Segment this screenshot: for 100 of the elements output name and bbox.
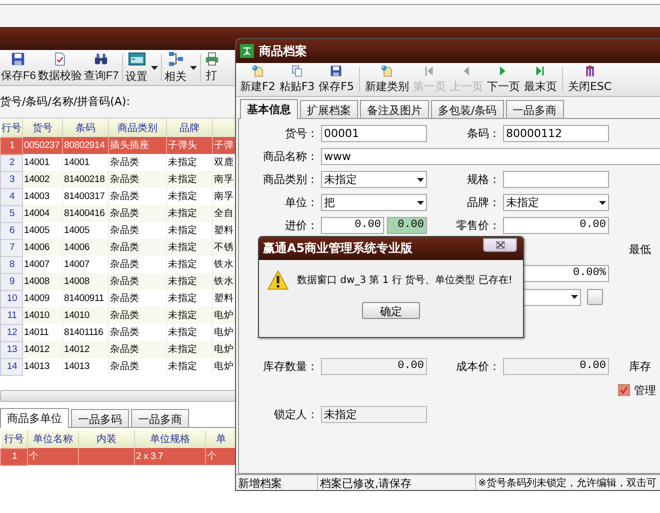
caret-icon	[150, 66, 158, 70]
table-cell: 14006	[62, 239, 108, 256]
input-field[interactable]	[503, 171, 609, 188]
table-cell: 未指定	[166, 341, 212, 358]
toolbar-button[interactable]: 粘贴F3	[277, 64, 317, 95]
row-number: 4	[0, 188, 22, 205]
column-header: 行号	[0, 430, 28, 448]
table-row[interactable]: 14 14013 14013 杂品类 未指定 电炉	[0, 358, 236, 375]
toolbar-button[interactable]: 保存F5	[316, 64, 356, 95]
toolbar-button[interactable]: 下一页	[484, 64, 522, 95]
toolbar-button[interactable]: 新建F2	[238, 64, 278, 95]
tab[interactable]: 扩展档案	[300, 100, 358, 118]
column-header: 商品类别	[108, 119, 166, 137]
table-cell: 14006	[22, 239, 62, 256]
table-cell: 81400416	[62, 205, 108, 222]
toolbar-button[interactable]: 设置	[124, 51, 159, 84]
dropdown[interactable]: 未指定	[503, 194, 609, 211]
table-cell: 未指定	[166, 239, 212, 256]
toolbar-button[interactable]: 关闭ESC	[566, 64, 614, 95]
table-cell: 不锈	[212, 239, 236, 256]
table-cell: 未指定	[166, 171, 212, 188]
table-row[interactable]: 3 14002 81400218 杂品类 未指定 南孚	[0, 171, 236, 188]
tab[interactable]: 一品多码	[71, 409, 129, 427]
browse-button[interactable]	[587, 289, 603, 305]
binoculars-icon	[93, 52, 110, 66]
input-field[interactable]: 0.00	[321, 217, 384, 234]
table-cell: 14012	[22, 341, 62, 358]
status-text: ※货号条码列未锁定，允许编辑，双击可	[477, 476, 658, 490]
horizontal-scrollbar[interactable]	[0, 390, 236, 402]
table-cell: 81400218	[62, 171, 108, 188]
window-title: 商品档案	[259, 42, 307, 60]
input-field[interactable]: 80000112	[503, 125, 609, 142]
tab[interactable]: 一品多商	[131, 409, 189, 427]
toolbar-button[interactable]: 打	[202, 51, 221, 84]
table-row[interactable]: 9 14008 14008 杂品类 未指定 铁水	[0, 273, 236, 290]
table-cell: 个	[206, 448, 236, 465]
field-label: 品牌：	[466, 195, 501, 210]
input-field[interactable]: 00001	[321, 125, 427, 142]
checkbox[interactable]	[618, 384, 630, 396]
field-label: 库存	[629, 358, 652, 374]
table-cell: 杂品类	[108, 205, 166, 222]
tab[interactable]: 一品多商	[506, 100, 564, 118]
input-field[interactable]: 0.00	[321, 358, 427, 374]
input-field[interactable]: 0.00	[503, 358, 609, 374]
tab[interactable]: 备注及图片	[360, 100, 429, 118]
caret-icon	[599, 200, 606, 204]
close-button[interactable]	[483, 238, 517, 252]
ok-button[interactable]: 确定	[362, 302, 420, 319]
dropdown[interactable]: 未指定	[321, 171, 427, 188]
field-label: 货号：	[284, 126, 319, 141]
field-label: 条码：	[466, 126, 501, 141]
caret-icon	[571, 295, 578, 299]
row-number: 9	[0, 273, 22, 290]
toolbar-button[interactable]: 查询F7	[82, 51, 120, 84]
table-row[interactable]: 5 14004 81400416 杂品类 未指定 全自	[0, 205, 236, 222]
table-cell: 子弹	[212, 137, 236, 154]
table-row[interactable]: 11 14010 14010 杂品类 未指定 电炉	[0, 307, 236, 324]
tab[interactable]: 商品多单位	[0, 408, 69, 428]
table-cell: 电炉	[212, 341, 236, 358]
field-label: 商品名称：	[262, 149, 319, 164]
toolbar-button[interactable]: 相关	[164, 51, 198, 84]
tab[interactable]: 多包装/条码	[431, 100, 504, 118]
table-cell: 未指定	[166, 273, 212, 290]
dropdown[interactable]: 把	[321, 194, 427, 211]
column-header: 单	[206, 430, 236, 448]
table-row[interactable]: 1 0050237 80802914 插头插座 子弹头 子弹	[0, 137, 236, 154]
toolbar-button[interactable]: 保存F6	[0, 51, 37, 84]
table-cell: 杂品类	[108, 171, 166, 188]
toolbar-button[interactable]: 数据校验	[36, 51, 83, 84]
table-cell: 全自	[212, 205, 236, 222]
row-number: 1	[0, 448, 28, 465]
table-cell: 14013	[22, 358, 62, 375]
caret-icon	[417, 200, 424, 204]
table-cell: 子弹头	[166, 137, 212, 154]
table-row[interactable]: 7 14006 14006 杂品类 未指定 不锈	[0, 239, 236, 256]
input-field[interactable]: www	[321, 148, 660, 165]
input-field[interactable]: 0.00	[503, 217, 609, 234]
table-cell: 杂品类	[108, 358, 166, 375]
tab[interactable]: 基本信息	[240, 99, 298, 119]
toolbar-button[interactable]: 最末页	[522, 64, 559, 95]
dialog-title: 赢通A5商业管理系统专业版	[263, 240, 413, 257]
toolbar-button[interactable]: 新建类别	[362, 64, 411, 95]
column-header: 条码	[62, 119, 108, 137]
table-row[interactable]: 13 14012 14012 杂品类 未指定 电炉	[0, 341, 236, 358]
input-field[interactable]: 未指定	[321, 406, 427, 422]
table-cell: 未指定	[166, 307, 212, 324]
row-number: 6	[0, 222, 22, 239]
table-cell: 14013	[62, 358, 108, 375]
row-number: 5	[0, 205, 22, 222]
table-cell: 0050237	[22, 137, 62, 154]
table-row[interactable]: 1 个 2 x 3.7 个	[0, 448, 236, 465]
close-icon	[496, 240, 504, 248]
row-number: 1	[0, 137, 22, 154]
row-number: 14	[0, 358, 22, 375]
save-icon	[328, 65, 344, 77]
table-cell: 铁水	[212, 273, 236, 290]
caret-icon	[190, 66, 197, 70]
input-field[interactable]: 0.00	[387, 217, 427, 234]
field-label: 锁定人：	[273, 406, 319, 422]
field-label: 库存数量：	[262, 358, 319, 374]
